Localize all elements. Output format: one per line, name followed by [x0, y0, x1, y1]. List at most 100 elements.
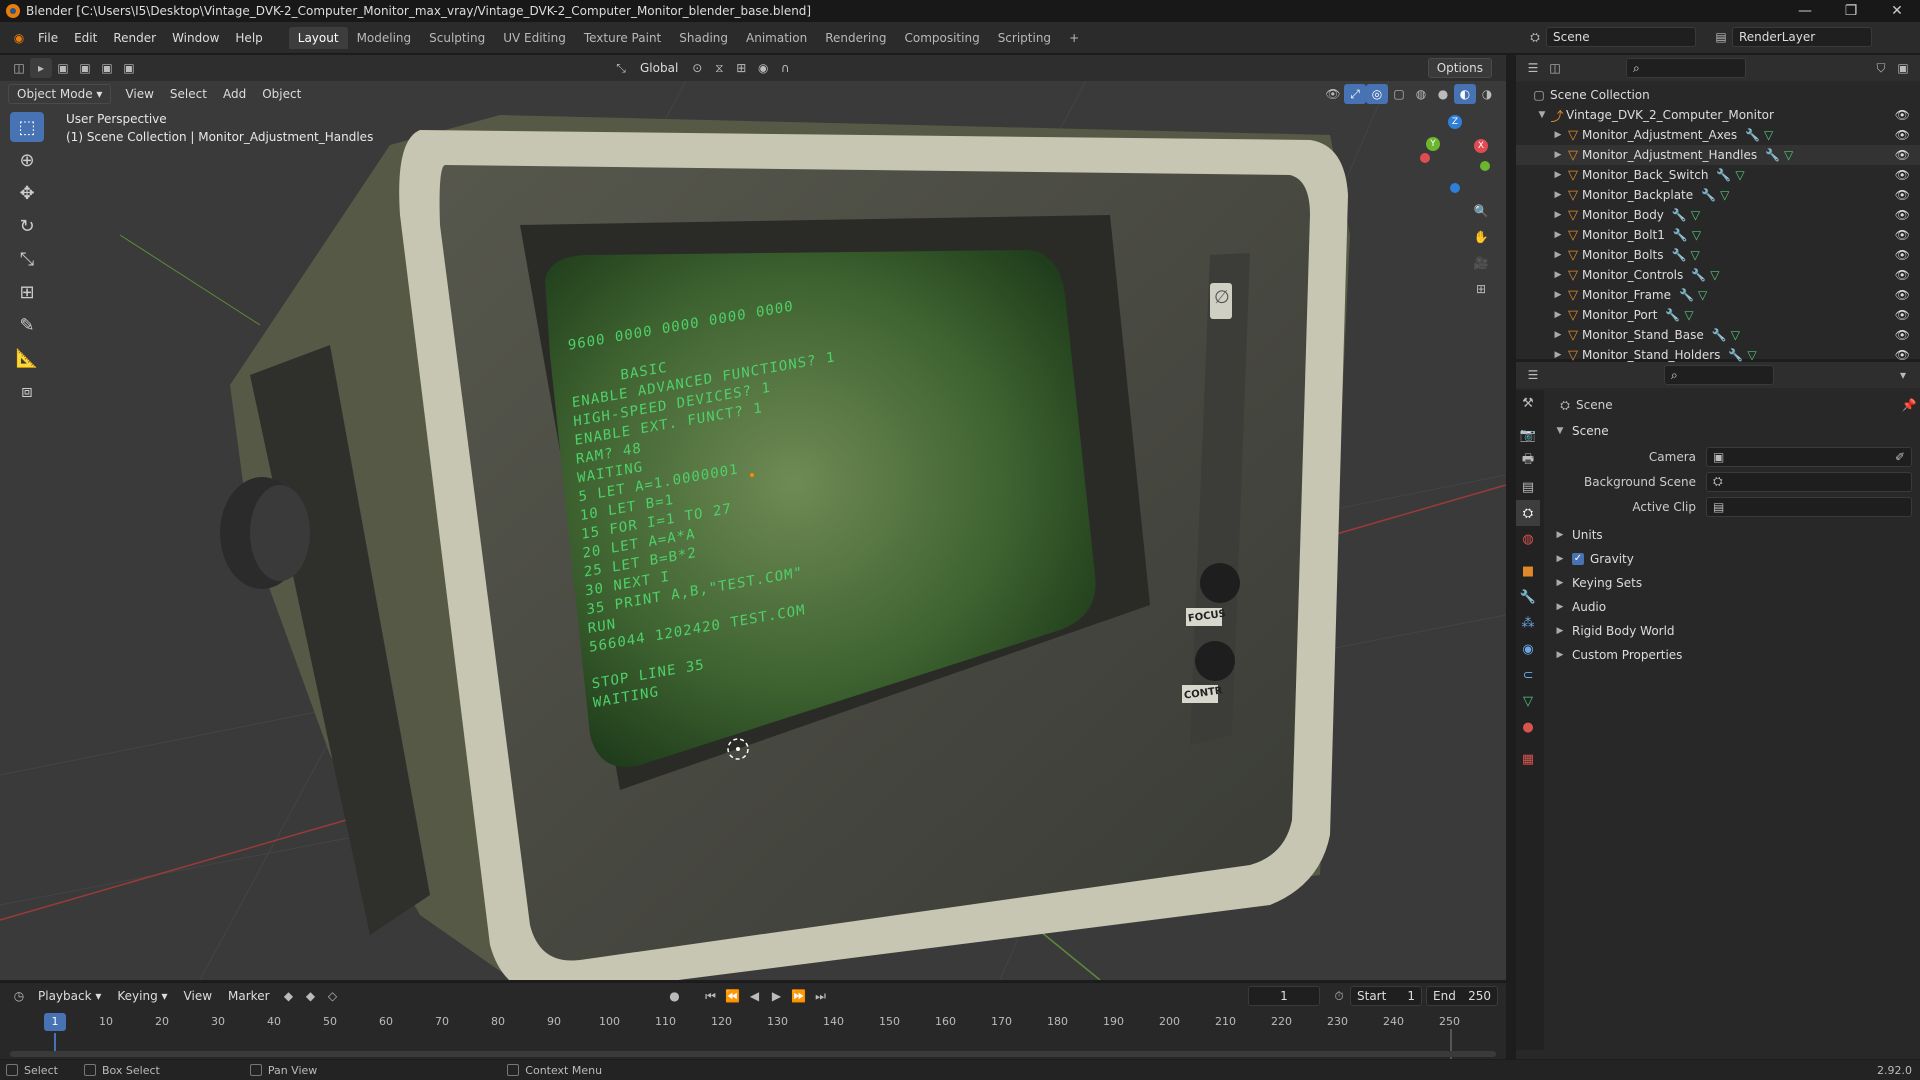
filter-icon[interactable]: ⛉ — [1870, 58, 1892, 78]
jump-start-icon[interactable]: ⏮ — [700, 986, 722, 1006]
audio-panel[interactable]: ▶ Audio — [1546, 595, 1920, 619]
scene-tab-icon[interactable]: ⛭ — [1516, 500, 1540, 526]
modifier-icon[interactable]: 🔧 — [1671, 248, 1686, 262]
snap-target-icon[interactable]: ⊞ — [730, 58, 752, 78]
modifier-icon[interactable]: 🔧 — [1712, 328, 1727, 342]
tab-modeling[interactable]: Modeling — [348, 27, 421, 49]
mesh-data-icon[interactable]: ▽ — [1747, 348, 1756, 362]
scale-tool-icon[interactable]: ⤡ — [10, 244, 44, 274]
expand-icon[interactable]: ▶ — [1554, 602, 1566, 612]
modifier-icon[interactable]: 🔧 — [1673, 228, 1688, 242]
outliner-item[interactable]: ▶ ▽ Monitor_Stand_Base 🔧 ▽ 👁 — [1516, 325, 1920, 345]
expand-icon[interactable]: ▶ — [1554, 554, 1566, 564]
expand-icon[interactable]: ▶ — [1552, 130, 1564, 140]
visibility-eye-icon[interactable]: 👁 — [1895, 248, 1910, 262]
menu-edit[interactable]: Edit — [66, 31, 105, 45]
end-frame-field[interactable]: End 250 — [1426, 986, 1498, 1006]
expand-icon[interactable]: ▶ — [1554, 650, 1566, 660]
menu-render[interactable]: Render — [105, 31, 164, 45]
properties-search-input[interactable]: ⌕ — [1664, 365, 1774, 385]
select-tool-icon[interactable]: ▸ — [30, 58, 52, 78]
modifier-icon[interactable]: 🔧 — [1745, 128, 1760, 142]
shading-wireframe-icon[interactable]: ◍ — [1410, 84, 1432, 104]
material-tab-icon[interactable]: ● — [1516, 714, 1540, 740]
outliner-item[interactable]: ▶ ▽ Monitor_Frame 🔧 ▽ 👁 — [1516, 285, 1920, 305]
camera-view-icon[interactable]: 🎥 — [1470, 253, 1492, 273]
active-clip-field[interactable]: ▤ — [1706, 496, 1912, 517]
pan-hand-icon[interactable]: ✋ — [1470, 227, 1492, 247]
new-collection-icon[interactable]: ▣ — [1892, 58, 1914, 78]
add-workspace-button[interactable]: + — [1060, 27, 1088, 49]
scene-icon[interactable]: ⛭ — [1524, 27, 1546, 47]
tab-compositing[interactable]: Compositing — [895, 27, 988, 49]
expand-icon[interactable]: ▶ — [1552, 150, 1564, 160]
tab-sculpting[interactable]: Sculpting — [420, 27, 494, 49]
outliner-item[interactable]: ▶ ▽ Monitor_Body 🔧 ▽ 👁 — [1516, 205, 1920, 225]
select-mode-subtract-icon[interactable]: ▣ — [96, 58, 118, 78]
expand-icon[interactable]: ▶ — [1552, 330, 1564, 340]
tab-shading[interactable]: Shading — [670, 27, 737, 49]
units-panel[interactable]: ▶ Units — [1546, 523, 1920, 547]
outliner-item[interactable]: ▶ ▽ Monitor_Bolts 🔧 ▽ 👁 — [1516, 245, 1920, 265]
gravity-checkbox[interactable]: ✓ — [1572, 553, 1584, 565]
editor-type-icon[interactable]: ◫ — [8, 58, 30, 78]
select-mode-intersect-icon[interactable]: ▣ — [118, 58, 140, 78]
texture-tab-icon[interactable]: ▦ — [1516, 746, 1540, 772]
preview-range-icon[interactable]: ⏱ — [1328, 986, 1350, 1006]
visibility-eye-icon[interactable]: 👁 — [1895, 148, 1910, 162]
3d-viewport[interactable]: 9600 0000 0000 0000 0000 BASIC ENABLE AD… — [0, 55, 1506, 980]
gizmo-neg-y[interactable] — [1480, 161, 1490, 171]
frame-ruler[interactable]: 1 10 20 30 40 50 60 70 80 90 100 110 120… — [0, 1011, 1506, 1035]
expand-icon[interactable]: ▶ — [1552, 290, 1564, 300]
options-dropdown[interactable]: Options — [1427, 58, 1492, 78]
mesh-data-icon[interactable]: ▽ — [1684, 308, 1693, 322]
tab-animation[interactable]: Animation — [737, 27, 816, 49]
timeline-editor-icon[interactable]: ◷ — [8, 986, 30, 1006]
display-mode-icon[interactable]: ◫ — [1544, 58, 1566, 78]
timeline-menu-view[interactable]: View — [176, 987, 220, 1005]
zoom-icon[interactable]: 🔍 — [1470, 201, 1492, 221]
background-scene-field[interactable]: ⛭ — [1706, 471, 1912, 492]
visibility-eye-icon[interactable]: 👁 — [1895, 188, 1910, 202]
constraints-tab-icon[interactable]: ⊂ — [1516, 662, 1540, 688]
expand-icon[interactable]: ▶ — [1552, 270, 1564, 280]
data-tab-icon[interactable]: ▽ — [1516, 688, 1540, 714]
move-tool-icon[interactable]: ✥ — [10, 178, 44, 208]
viewport-menu-add[interactable]: Add — [215, 85, 254, 103]
mesh-data-icon[interactable]: ▽ — [1690, 248, 1699, 262]
proportional-edit-icon[interactable]: ◉ — [752, 58, 774, 78]
visibility-icon[interactable]: 👁 — [1322, 84, 1344, 104]
expand-icon[interactable]: ▶ — [1552, 190, 1564, 200]
measure-tool-icon[interactable]: 📐 — [10, 343, 44, 373]
visibility-eye-icon[interactable]: 👁 — [1895, 168, 1910, 182]
pin-icon[interactable]: 📌 — [1898, 395, 1920, 415]
render-tab-icon[interactable]: 📷 — [1516, 422, 1540, 448]
visibility-eye-icon[interactable]: 👁 — [1895, 228, 1910, 242]
outliner-item[interactable]: ▶ ▽ Monitor_Back_Switch 🔧 ▽ 👁 — [1516, 165, 1920, 185]
mesh-data-icon[interactable]: ▽ — [1731, 328, 1740, 342]
jump-keyframe-forward-icon[interactable]: ⏩ — [788, 986, 810, 1006]
render-layer-icon[interactable]: ▤ — [1710, 27, 1732, 47]
expand-icon[interactable]: ▶ — [1552, 250, 1564, 260]
mesh-data-icon[interactable]: ▽ — [1710, 268, 1719, 282]
gizmo-x-axis[interactable]: X — [1474, 139, 1488, 153]
expand-icon[interactable]: ▶ — [1554, 578, 1566, 588]
mesh-data-icon[interactable]: ▽ — [1784, 148, 1793, 162]
visibility-eye-icon[interactable]: 👁 — [1895, 268, 1910, 282]
visibility-eye-icon[interactable]: 👁 — [1895, 288, 1910, 302]
gizmo-neg-x[interactable] — [1420, 153, 1430, 163]
jump-keyframe-back-icon[interactable]: ⏪ — [722, 986, 744, 1006]
outliner-collection[interactable]: ▼ ⤴ Vintage_DVK_2_Computer_Monitor 👁 — [1516, 105, 1920, 125]
close-button[interactable]: ✕ — [1874, 3, 1920, 19]
view-layer-tab-icon[interactable]: ▤ — [1516, 474, 1540, 500]
collapse-icon[interactable]: ▼ — [1554, 426, 1566, 436]
tab-layout[interactable]: Layout — [288, 26, 348, 49]
keyframe-insert-icon[interactable]: ◆ — [300, 986, 322, 1006]
properties-editor-icon[interactable]: ☰ — [1522, 365, 1544, 385]
playhead-frame-label[interactable]: 1 — [44, 1013, 66, 1031]
menu-window[interactable]: Window — [164, 31, 227, 45]
keyframe-icon[interactable]: ◆ — [278, 986, 300, 1006]
add-cube-tool-icon[interactable]: ⧈ — [10, 376, 44, 406]
viewport-menu-select[interactable]: Select — [162, 85, 215, 103]
record-icon[interactable]: ● — [664, 986, 686, 1006]
